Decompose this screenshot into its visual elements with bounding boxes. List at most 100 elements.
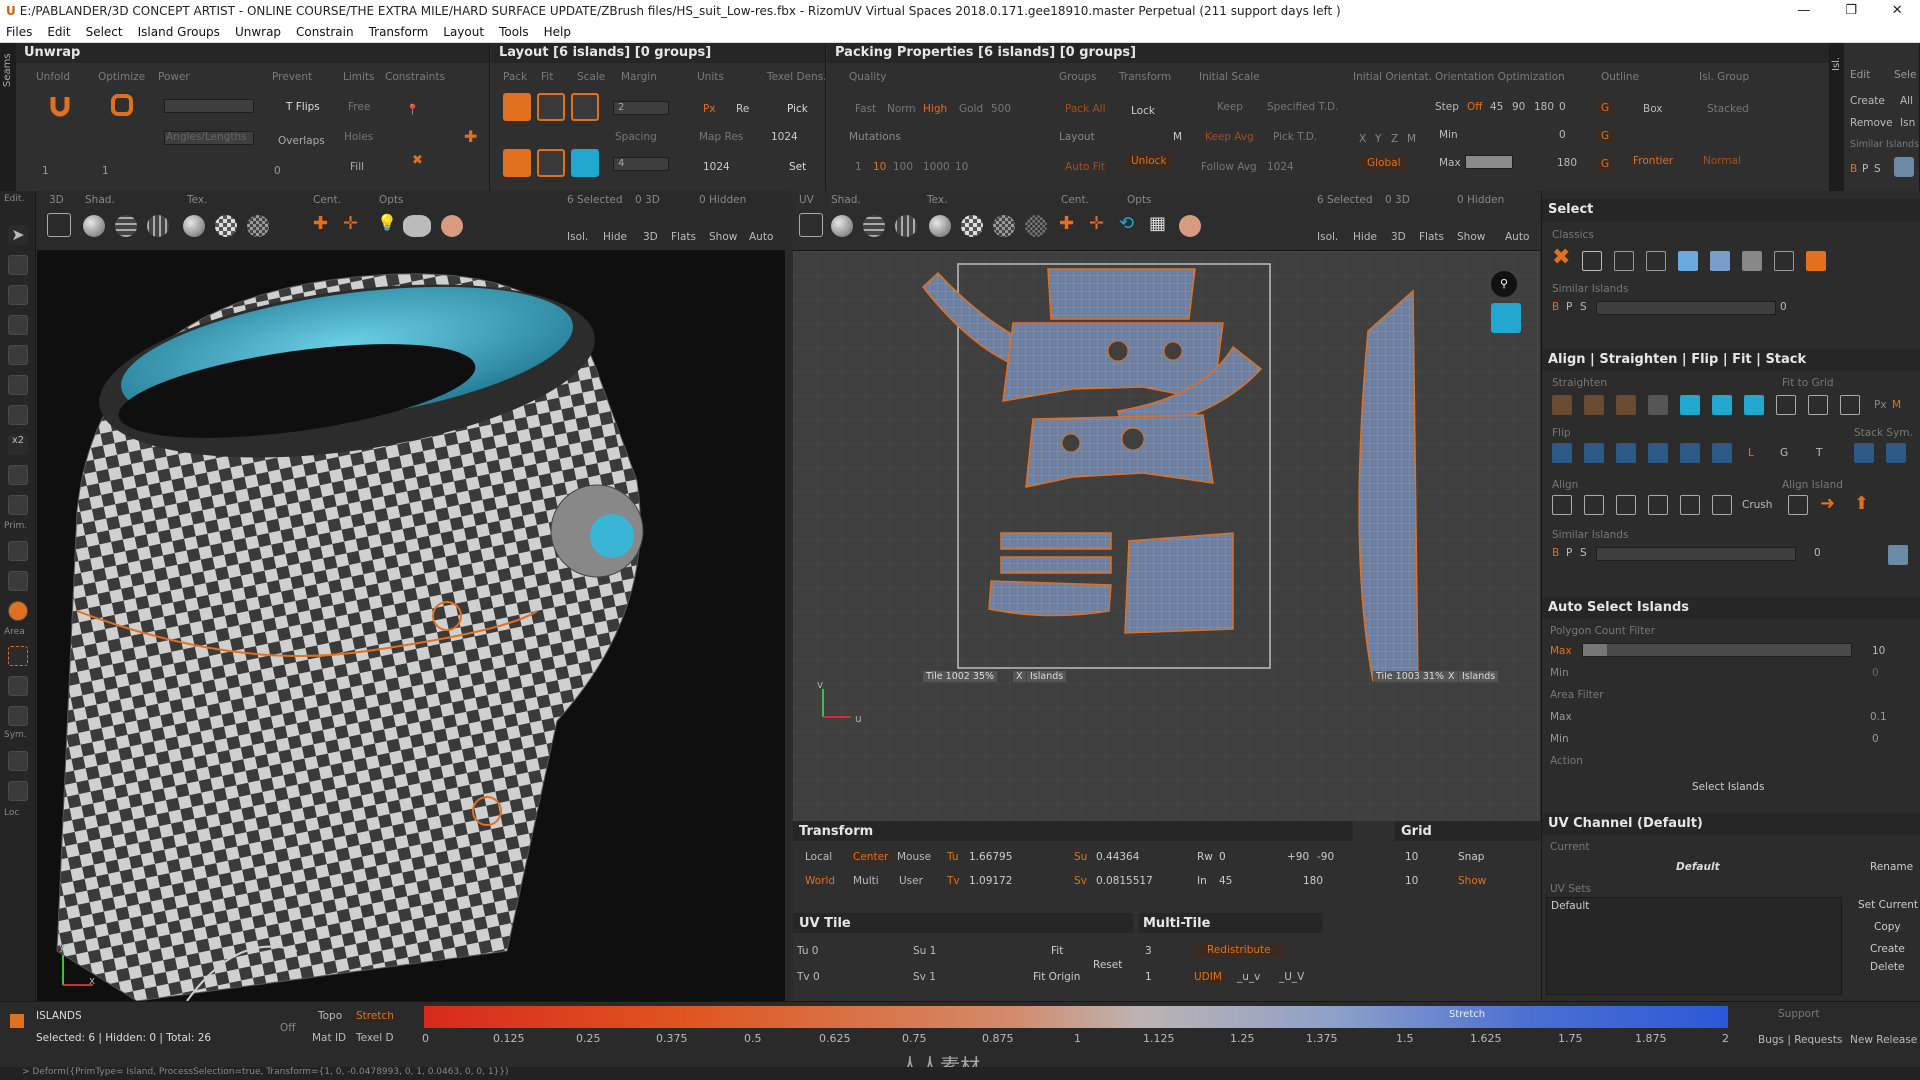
tile-1003-islands[interactable]: Islands (1459, 671, 1499, 682)
uvsets-list[interactable]: Default (1546, 897, 1842, 995)
isl-tab[interactable]: Isl. (1830, 43, 1844, 191)
select-overlap-icon[interactable] (1806, 251, 1826, 271)
transform-user[interactable]: User (899, 875, 923, 887)
flip-4-icon[interactable] (1648, 443, 1668, 463)
uv-material-icon[interactable] (1179, 215, 1201, 237)
shield-icon[interactable] (8, 495, 28, 515)
select-arrow-icon[interactable]: ➤ (8, 225, 28, 245)
stack-sym-2-icon[interactable] (1886, 443, 1906, 463)
step-90[interactable]: 90 (1512, 101, 1525, 113)
area-max-value[interactable]: 0.1 (1870, 711, 1887, 723)
max-value[interactable]: 180 (1557, 157, 1577, 169)
free-label[interactable]: Free (348, 101, 370, 113)
similar-s[interactable]: S (1874, 163, 1881, 175)
g-toggle-2[interactable]: G (1597, 129, 1614, 143)
poly-max-slider[interactable] (1582, 643, 1852, 657)
optimize-button[interactable] (108, 91, 136, 119)
new-release-link[interactable]: New Release (1850, 1034, 1917, 1046)
v3d-3d-button[interactable]: 3D (643, 231, 658, 243)
stacked-button[interactable]: Stacked (1707, 103, 1749, 115)
straighten-1-icon[interactable] (1552, 395, 1572, 415)
area-min-value[interactable]: 0 (1872, 733, 1879, 745)
units-px-toggle[interactable]: Px (703, 103, 716, 115)
uv-shell-preview-icon[interactable] (1491, 303, 1521, 333)
uv-shade-wire-icon[interactable] (863, 215, 885, 237)
keep-label[interactable]: Keep (1217, 101, 1243, 113)
orient-y[interactable]: Y (1375, 133, 1381, 145)
center-cross-icon[interactable]: ✚ (313, 213, 328, 234)
uv-canvas[interactable]: Tile 1002 35% X Islands Tile 1003 31% X … (793, 251, 1540, 821)
deselect-x-icon[interactable]: ✖ (1552, 245, 1570, 270)
color-mode-texeld[interactable]: Texel D (356, 1032, 394, 1044)
rotate-minus-90-button[interactable]: -90 (1317, 851, 1334, 863)
in-field[interactable]: 45 (1219, 875, 1232, 887)
keep-avg-button[interactable]: Keep Avg (1205, 131, 1254, 143)
straighten-6-icon[interactable] (1712, 395, 1732, 415)
udim-toggle[interactable]: UDIM (1191, 971, 1225, 983)
edge-icon[interactable] (8, 541, 28, 561)
select-islands-button[interactable]: Select Islands (1692, 781, 1764, 793)
unfold-iterations[interactable]: 1 (42, 165, 49, 177)
unpin-icon[interactable]: ✖ (412, 153, 423, 168)
frontier-button[interactable]: Frontier (1633, 155, 1673, 167)
quality-fast[interactable]: Fast (855, 103, 876, 115)
uv-frame-icon[interactable] (799, 213, 823, 237)
pick-td-button[interactable]: Pick T.D. (1273, 131, 1317, 143)
times-two-icon[interactable]: x2 (8, 435, 28, 455)
cylinder-icon[interactable] (8, 375, 28, 395)
mutations-1[interactable]: 1 (855, 161, 862, 173)
frame-icon[interactable] (47, 213, 71, 237)
select-grid3-icon[interactable] (1646, 251, 1666, 271)
step-value[interactable]: 0 (1559, 101, 1566, 113)
holes-label[interactable]: Holes (344, 131, 373, 143)
grid-size-u[interactable]: 10 (1405, 851, 1418, 863)
fit-px-toggle[interactable]: Px (1874, 399, 1887, 411)
pack-all-button[interactable]: Pack All (1065, 103, 1106, 115)
align-right-icon[interactable] (1616, 495, 1636, 515)
color-mode-matid[interactable]: Mat ID (312, 1032, 346, 1044)
menu-constrain[interactable]: Constrain (296, 22, 354, 42)
align-island-up-arrow-icon[interactable]: ⬆ (1854, 493, 1869, 514)
sv-field[interactable]: 0.0815517 (1096, 875, 1153, 887)
menu-files[interactable]: Files (6, 22, 32, 42)
align-middle-icon[interactable] (1680, 495, 1700, 515)
select-grow-icon[interactable] (1742, 251, 1762, 271)
grid-show-button[interactable]: Show (1458, 875, 1486, 887)
fit-icon[interactable] (537, 93, 565, 121)
poly-max-value[interactable]: 10 (1872, 645, 1885, 657)
transform-world[interactable]: World (805, 875, 835, 887)
g-toggle-3[interactable]: G (1597, 157, 1614, 171)
v3d-flats-button[interactable]: Flats (671, 231, 696, 243)
prevent-value[interactable]: 0 (274, 165, 281, 177)
maximize-button[interactable]: ❐ (1845, 0, 1857, 22)
plane-icon[interactable] (8, 405, 28, 425)
orient-z[interactable]: Z (1391, 133, 1398, 145)
fit-grid-1-icon[interactable] (1776, 395, 1796, 415)
quality-high[interactable]: High (923, 103, 947, 115)
all-button[interactable]: All (1900, 95, 1913, 107)
create-uvset-button[interactable]: Create (1870, 943, 1905, 955)
align-p[interactable]: P (1566, 547, 1572, 559)
straighten-2-icon[interactable] (1584, 395, 1604, 415)
menu-transform[interactable]: Transform (369, 22, 429, 42)
color-mode-stretch[interactable]: Stretch (356, 1010, 394, 1022)
delete-uvset-button[interactable]: Delete (1870, 961, 1905, 973)
select-similar-value[interactable]: 0 (1780, 301, 1787, 313)
step-off[interactable]: Off (1467, 101, 1483, 113)
fit-grid-3-icon[interactable] (1840, 395, 1860, 415)
min-value[interactable]: 0 (1559, 129, 1566, 141)
uv-tex-off-icon[interactable] (929, 215, 951, 237)
select-grid1-icon[interactable] (1582, 251, 1602, 271)
texel-res-value[interactable]: 1024 (703, 161, 730, 173)
menu-tools[interactable]: Tools (499, 22, 529, 42)
menu-edit[interactable]: Edit (47, 22, 70, 42)
viewport-3d-canvas[interactable]: y x (37, 251, 785, 1001)
v3d-isol-button[interactable]: Isol. (567, 231, 588, 243)
m-toggle[interactable]: M (1173, 131, 1182, 143)
center-target-icon[interactable]: ✛ (343, 213, 358, 234)
v3d-show-button[interactable]: Show (709, 231, 737, 243)
mutations-10[interactable]: 10 (873, 161, 886, 173)
align-top-icon[interactable] (1648, 495, 1668, 515)
select-columns-icon[interactable] (1774, 251, 1794, 271)
transform-mouse[interactable]: Mouse (897, 851, 931, 863)
